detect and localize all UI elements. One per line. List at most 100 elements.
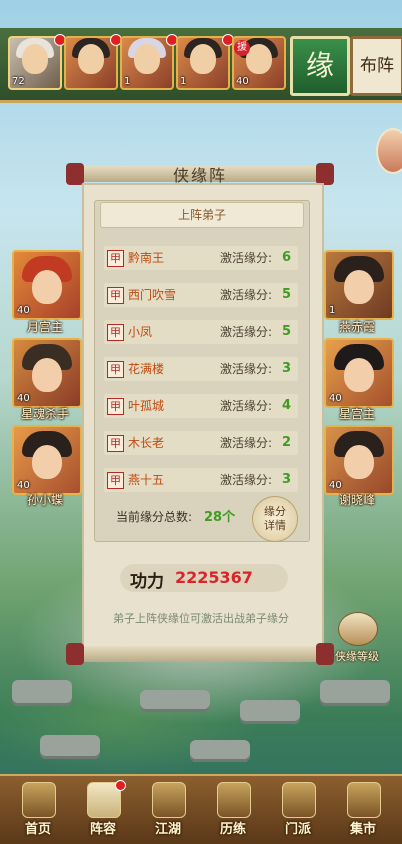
- stone-tile: [320, 680, 390, 706]
- stone-tile: [12, 680, 72, 706]
- disciple-name: 西门吹雪: [128, 288, 177, 302]
- disciple-name: 叶孤城: [128, 399, 165, 413]
- seal-icon: 甲: [107, 324, 124, 341]
- hero-portrait: [22, 44, 48, 74]
- nav-training[interactable]: 历练: [203, 776, 263, 844]
- fate-row[interactable]: 甲 花满楼 激活缘分: 3: [104, 357, 298, 381]
- total-fate-label: 当前缘分总数:: [116, 510, 193, 524]
- sect-flag-icon: [282, 782, 316, 818]
- stone-tile: [40, 735, 100, 759]
- activate-label: 激活缘分:: [220, 399, 273, 413]
- formation-button[interactable]: 布阵: [350, 36, 402, 96]
- hero-slot-1[interactable]: 72: [8, 36, 62, 90]
- hero-level: 1: [124, 76, 131, 87]
- fate-row[interactable]: 甲 西门吹雪 激活缘分: 5: [104, 283, 298, 307]
- right-hero-card-3[interactable]: 40: [324, 425, 394, 495]
- fate-detail-label: 缘分详情: [264, 505, 286, 532]
- fate-row[interactable]: 甲 黔南王 激活缘分: 6: [104, 246, 298, 270]
- power-value: 2225367: [175, 568, 253, 587]
- hero-level: 1: [329, 305, 336, 316]
- activate-label: 激活缘分:: [220, 473, 273, 487]
- fate-button[interactable]: 缘: [290, 36, 350, 96]
- book-icon: [152, 782, 186, 818]
- hero-level: 72: [12, 76, 25, 87]
- seal-icon: 甲: [107, 472, 124, 489]
- scroll-bottom-rod: [66, 643, 334, 665]
- nav-label: 首页: [24, 822, 51, 837]
- nav-lineup[interactable]: 阵容: [73, 776, 133, 844]
- hero-portrait: [134, 44, 160, 74]
- stone-tile: [190, 740, 250, 762]
- fate-value: 2: [282, 435, 292, 450]
- hero-portrait: [344, 270, 374, 304]
- right-hero-card-1[interactable]: 1: [324, 250, 394, 320]
- nav-home[interactable]: 首页: [8, 776, 68, 844]
- hero-portrait: [190, 44, 216, 74]
- hero-slot-3[interactable]: 1: [120, 36, 174, 90]
- left-hero-card-3[interactable]: 40: [12, 425, 82, 495]
- nav-sect[interactable]: 门派: [268, 776, 328, 844]
- right-hero-card-2[interactable]: 40: [324, 338, 394, 408]
- seal-icon: 甲: [107, 287, 124, 304]
- fate-row[interactable]: 甲 燕十五 激活缘分: 3: [104, 468, 298, 492]
- left-hero-card-1[interactable]: 40: [12, 250, 82, 320]
- section-title: 上阵弟子: [100, 202, 304, 228]
- house-icon: [22, 782, 56, 818]
- fate-level-button[interactable]: 侠缘等级: [332, 612, 382, 663]
- hero-name: 燕赤霞: [338, 320, 375, 334]
- hero-name: 孙小蝶: [26, 493, 63, 507]
- disciple-name: 花满楼: [128, 362, 165, 376]
- total-fate-value: 28个: [204, 510, 236, 525]
- hero-level: 40: [236, 76, 249, 87]
- left-hero-card-2[interactable]: 40: [12, 338, 82, 408]
- activate-label: 激活缘分:: [220, 251, 273, 265]
- hero-portrait: [32, 270, 62, 304]
- fate-value: 5: [282, 324, 292, 339]
- hat-icon: [338, 612, 378, 646]
- hero-name: 月宫主: [26, 320, 63, 334]
- nav-market[interactable]: 集市: [333, 776, 393, 844]
- hero-portrait: [32, 358, 62, 392]
- hero-level: 1: [180, 76, 187, 87]
- hero-name: 星宫主: [338, 407, 375, 421]
- bottom-navigation: 首页 阵容 江湖 历练 门派 集市: [0, 774, 402, 844]
- nav-label: 门派: [284, 822, 311, 837]
- hero-level: 40: [17, 305, 30, 316]
- hero-level: 40: [329, 393, 342, 404]
- power-label: 功力: [130, 572, 164, 592]
- disciple-name: 木长老: [128, 436, 165, 450]
- fate-row[interactable]: 甲 叶孤城 激活缘分: 4: [104, 394, 298, 418]
- disciple-name: 黔南王: [128, 251, 165, 265]
- hero-slot-2[interactable]: [64, 36, 118, 90]
- nav-jianghu[interactable]: 江湖: [138, 776, 198, 844]
- activate-label: 激活缘分:: [220, 436, 273, 450]
- market-stall-icon: [347, 782, 381, 818]
- stone-tile: [140, 690, 210, 712]
- hero-level: 40: [329, 480, 342, 491]
- nav-label: 阵容: [89, 822, 116, 837]
- nav-label: 集市: [349, 822, 376, 837]
- activate-label: 激活缘分:: [220, 288, 273, 302]
- hero-portrait: [32, 445, 62, 479]
- hero-name: 谢晓峰: [338, 493, 375, 507]
- activate-label: 激活缘分:: [220, 362, 273, 376]
- seal-icon: 甲: [107, 435, 124, 452]
- seal-icon: 甲: [107, 250, 124, 267]
- hero-portrait: [344, 445, 374, 479]
- gourd-icon: [217, 782, 251, 818]
- disciple-name: 燕十五: [128, 473, 165, 487]
- hero-name: 星魂杀手: [20, 407, 69, 421]
- support-badge: 援: [234, 40, 250, 56]
- nav-label: 历练: [219, 822, 246, 837]
- panel-title: 侠缘阵: [172, 166, 227, 185]
- fate-row[interactable]: 甲 小凤 激活缘分: 5: [104, 320, 298, 344]
- fate-detail-button[interactable]: 缘分详情: [252, 496, 298, 542]
- fate-value: 3: [282, 472, 292, 487]
- hint-text: 弟子上阵侠缘位可激活出战弟子缘分: [113, 612, 289, 625]
- side-avatar-button[interactable]: [376, 128, 402, 174]
- fate-value: 6: [282, 250, 292, 265]
- hero-slot-4[interactable]: 1: [176, 36, 230, 90]
- seal-icon: 甲: [107, 361, 124, 378]
- fate-row[interactable]: 甲 木长老 激活缘分: 2: [104, 431, 298, 455]
- nav-label: 江湖: [154, 822, 181, 837]
